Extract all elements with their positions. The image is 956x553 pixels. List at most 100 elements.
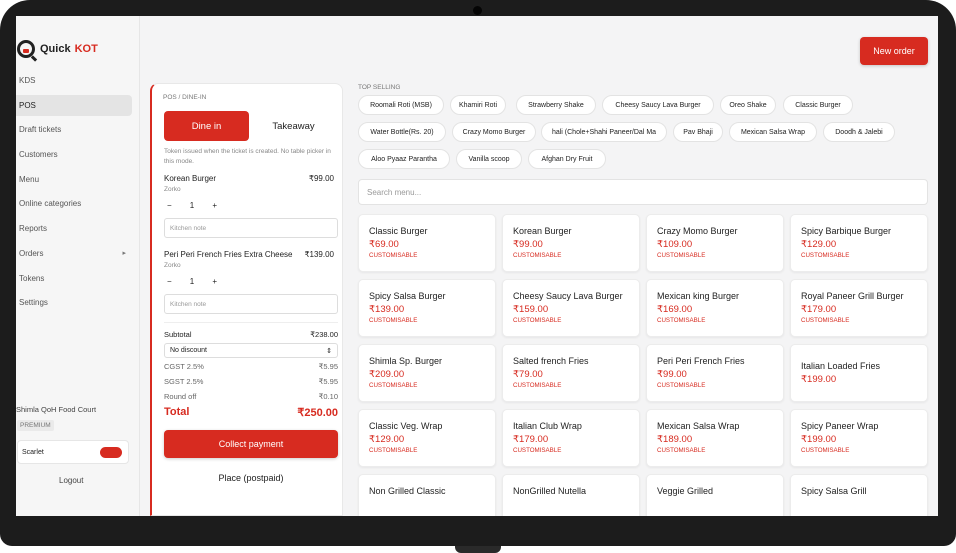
menu-item-card[interactable]: Spicy Paneer Wrap ₹199.00 CUSTOMISABLE [790, 409, 928, 467]
sidebar-item-label: POS [19, 100, 36, 110]
logout-link[interactable]: Logout [59, 476, 83, 485]
tab-takeaway[interactable]: Takeaway [249, 111, 338, 141]
menu-item-name: Spicy Salsa Burger [369, 291, 446, 301]
ticket-item-price: ₹139.00 [304, 250, 334, 259]
top-selling-chip[interactable]: Aloo Pyaaz Parantha [358, 149, 450, 169]
top-selling-chip[interactable]: Pav Bhaji [673, 122, 723, 142]
menu-item-card[interactable]: Peri Peri French Fries ₹99.00 CUSTOMISABLE [646, 344, 784, 402]
top-selling-label: TOP SELLING [358, 84, 401, 91]
discount-select[interactable]: No discount ⇕ [164, 343, 338, 358]
sidebar-item-settings[interactable]: Settings [16, 292, 132, 313]
menu-item-price: ₹179.00 [801, 304, 837, 315]
top-selling-chip[interactable]: Afghan Dry Fruit [528, 149, 606, 169]
sidebar-item-label: Settings [19, 298, 48, 308]
customisable-badge: CUSTOMISABLE [513, 317, 562, 324]
total-label: Total [164, 406, 190, 418]
menu-item-name: Crazy Momo Burger [657, 226, 738, 236]
sidebar-item-pos[interactable]: POS [16, 94, 132, 116]
sgst-value: ₹5.95 [318, 377, 338, 386]
subtotal-row: Subtotal ₹238.00 [164, 330, 338, 339]
customisable-badge: CUSTOMISABLE [657, 317, 706, 324]
menu-item-card[interactable]: Spicy Salsa Burger ₹139.00 CUSTOMISABLE [358, 279, 496, 337]
menu-item-card[interactable]: Spicy Salsa Grill [790, 474, 928, 516]
sidebar-nav: KDS POS Draft tickets Customers Menu Online c… [16, 70, 132, 317]
divider [164, 322, 338, 323]
sidebar-item-menu[interactable]: Menu [16, 169, 132, 190]
menu-item-card[interactable]: Korean Burger ₹99.00 CUSTOMISABLE [502, 214, 640, 272]
menu-item-card[interactable]: Veggie Grilled [646, 474, 784, 516]
customisable-badge: CUSTOMISABLE [369, 447, 418, 454]
quantity-value: 1 [189, 277, 195, 286]
menu-item-name: Veggie Grilled [657, 486, 714, 496]
sidebar-item-tokens[interactable]: Tokens [16, 268, 132, 289]
menu-item-card[interactable]: Italian Loaded Fries ₹199.00 [790, 344, 928, 402]
ticket-item-vendor: Zorko [164, 186, 181, 193]
menu-item-card[interactable]: Mexican Salsa Wrap ₹189.00 CUSTOMISABLE [646, 409, 784, 467]
customisable-badge: CUSTOMISABLE [369, 382, 418, 389]
menu-item-card[interactable]: Royal Paneer Grill Burger ₹179.00 CUSTOMIS… [790, 279, 928, 337]
menu-item-price: ₹99.00 [657, 369, 687, 380]
top-selling-chip[interactable]: Strawberry Shake [516, 95, 596, 115]
total-value: ₹250.00 [297, 407, 338, 419]
top-selling-chip[interactable]: Crazy Momo Burger [452, 122, 536, 142]
sidebar-item-reports[interactable]: Reports [16, 218, 132, 239]
mode-hint: Token issued when the ticket is created.… [164, 148, 331, 165]
top-selling-chip[interactable]: Mexican Salsa Wrap [729, 122, 817, 142]
camera-icon [473, 6, 482, 15]
menu-item-name: Salted french Fries [513, 356, 589, 366]
customisable-badge: CUSTOMISABLE [801, 317, 850, 324]
place-postpaid-button[interactable]: Place (postpaid) [164, 473, 338, 483]
menu-item-card[interactable]: Salted french Fries ₹79.00 CUSTOMISABLE [502, 344, 640, 402]
kitchen-note-input[interactable]: Kitchen note [164, 218, 338, 238]
menu-item-card[interactable]: Cheesy Saucy Lava Burger ₹159.00 CUSTOMISA… [502, 279, 640, 337]
venue-name: Shimla QoH Food Court [16, 405, 97, 414]
menu-item-name: Mexican king Burger [657, 291, 740, 301]
top-selling-chip[interactable]: Roomali Roti (MSB) [358, 95, 444, 115]
customisable-badge: CUSTOMISABLE [657, 382, 706, 389]
menu-item-card[interactable]: Crazy Momo Burger ₹109.00 CUSTOMISABLE [646, 214, 784, 272]
top-selling-chip[interactable]: Doodh & Jalebi [823, 122, 895, 142]
laptop-frame: Quick KOT KDS POS Draft tickets Customers Me… [0, 0, 956, 553]
menu-item-card[interactable]: Shimla Sp. Burger ₹209.00 CUSTOMISABLE [358, 344, 496, 402]
menu-item-name: Shimla Sp. Burger [369, 356, 443, 366]
decrease-button[interactable]: − [167, 201, 172, 210]
menu-item-name: Royal Paneer Grill Burger [801, 291, 904, 301]
menu-item-card[interactable]: Mexican king Burger ₹169.00 CUSTOMISABLE [646, 279, 784, 337]
sidebar-item-draft-tickets[interactable]: Draft tickets [16, 119, 132, 140]
menu-item-name: Italian Club Wrap [513, 421, 582, 431]
customisable-badge: CUSTOMISABLE [369, 317, 418, 324]
menu-item-card[interactable]: Spicy Barbique Burger ₹129.00 CUSTOMISABLE [790, 214, 928, 272]
ticket-panel: POS / DINE-IN Dine in Takeaway Token iss… [150, 83, 343, 516]
top-selling-chip[interactable]: Cheesy Saucy Lava Burger [602, 95, 714, 115]
sidebar-item-customers[interactable]: Customers [16, 144, 132, 165]
brand[interactable]: Quick KOT [16, 38, 98, 60]
decrease-button[interactable]: − [167, 277, 172, 286]
increase-button[interactable]: + [212, 277, 217, 286]
menu-item-card[interactable]: Italian Club Wrap ₹179.00 CUSTOMISABLE [502, 409, 640, 467]
sidebar-item-kds[interactable]: KDS [16, 70, 132, 91]
increase-button[interactable]: + [212, 201, 217, 210]
top-selling-chip[interactable]: Water Bottle(Rs. 20) [358, 122, 446, 142]
new-order-button[interactable]: New order [860, 37, 928, 65]
top-selling-chip[interactable]: hali (Chole+Shahi Paneer/Dal Ma [541, 122, 667, 142]
search-input[interactable]: Search menu... [358, 179, 928, 205]
menu-item-card[interactable]: Classic Veg. Wrap ₹129.00 CUSTOMISABLE [358, 409, 496, 467]
menu-item-name: Mexican Salsa Wrap [657, 421, 740, 431]
sidebar-item-online-categories[interactable]: Online categories [16, 193, 132, 214]
top-selling-chip[interactable]: Classic Burger [783, 95, 853, 115]
menu-item-card[interactable]: Classic Burger ₹69.00 CUSTOMISABLE [358, 214, 496, 272]
user-toggle[interactable] [100, 447, 122, 458]
kitchen-note-input[interactable]: Kitchen note [164, 294, 338, 314]
tab-dine-in[interactable]: Dine in [164, 111, 249, 141]
profile-card[interactable]: Scarlet [17, 440, 129, 464]
roundoff-row: Round off ₹0.10 [164, 392, 338, 401]
top-selling-chip[interactable]: Vanilla scoop [456, 149, 522, 169]
menu-item-card[interactable]: NonGrilled Nutella [502, 474, 640, 516]
top-selling-chip[interactable]: Oreo Shake [720, 95, 776, 115]
menu-item-card[interactable]: Non Grilled Classic [358, 474, 496, 516]
collect-payment-button[interactable]: Collect payment [164, 430, 338, 458]
top-selling-chip[interactable]: Khamiri Roti [450, 95, 506, 115]
sidebar-item-label: Customers [19, 150, 58, 160]
sidebar-item-orders[interactable]: Orders ▸ [16, 243, 132, 264]
subtotal-label: Subtotal [164, 330, 192, 339]
